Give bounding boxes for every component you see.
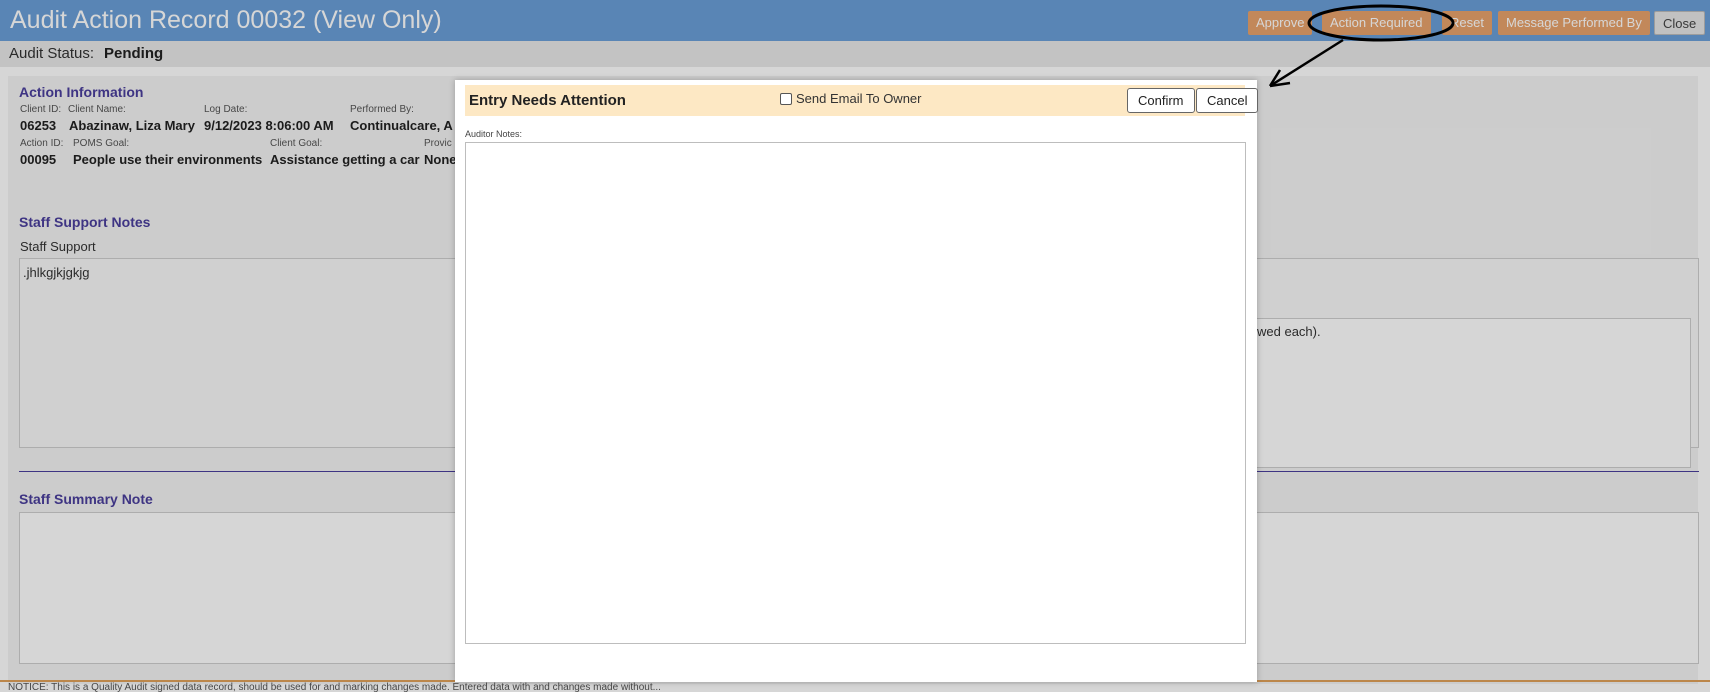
confirm-button[interactable]: Confirm — [1127, 88, 1195, 113]
dialog-title: Entry Needs Attention — [469, 92, 626, 109]
auditor-notes-label: Auditor Notes: — [465, 129, 523, 139]
cancel-button[interactable]: Cancel — [1196, 88, 1259, 113]
send-email-toggle[interactable]: Send Email To Owner — [780, 91, 922, 106]
send-email-checkbox[interactable] — [780, 92, 792, 105]
dialog-header: Entry Needs Attention Send Email To Owne… — [465, 85, 1259, 116]
auditor-notes-input[interactable] — [465, 142, 1246, 644]
entry-needs-attention-dialog: Entry Needs Attention Send Email To Owne… — [455, 80, 1259, 682]
send-email-label[interactable]: Send Email To Owner — [796, 91, 922, 106]
